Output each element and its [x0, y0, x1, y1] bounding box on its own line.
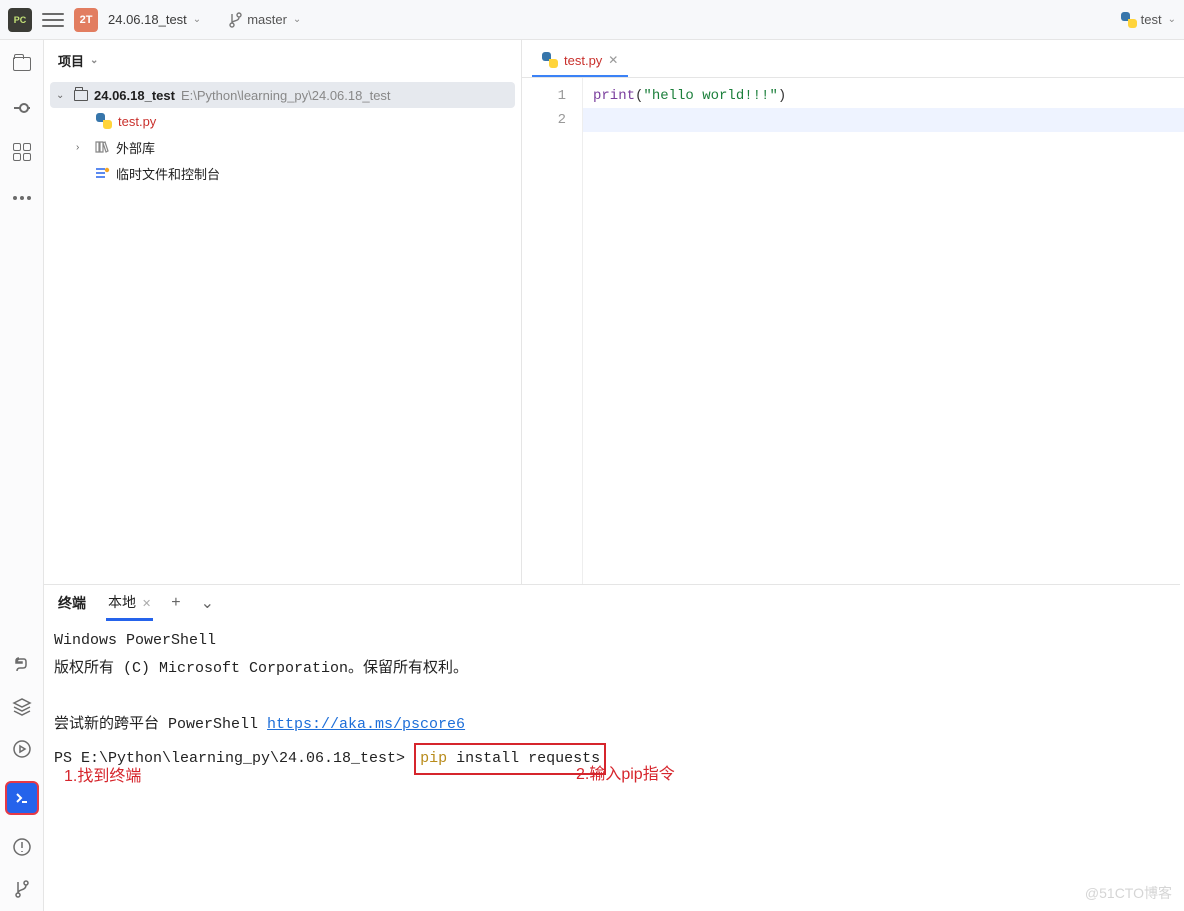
terminal-tool-icon[interactable]: [5, 781, 39, 815]
tree-external-libs[interactable]: › 外部库: [50, 134, 515, 160]
chevron-down-icon: ⌄: [1168, 14, 1176, 25]
tree-root[interactable]: ⌄ 24.06.18_test E:\Python\learning_py\24…: [50, 82, 515, 108]
run-tool-icon[interactable]: [12, 739, 32, 759]
top-toolbar: PC 2T 24.06.18_test ⌄ master ⌄ test ⌄: [0, 0, 1184, 40]
tree-label: 临时文件和控制台: [116, 164, 220, 183]
chevron-down-icon: ⌄: [56, 90, 68, 101]
editor-tabs: test.py ✕: [522, 40, 1184, 78]
terminal-line: 尝试新的跨平台 PowerShell https://aka.ms/pscore…: [54, 711, 1170, 739]
terminal-link[interactable]: https://aka.ms/pscore6: [267, 716, 465, 733]
terminal-line: Windows PowerShell: [54, 627, 1170, 655]
editor-tab-label: test.py: [564, 53, 602, 68]
terminal-menu-chevron-icon[interactable]: ⌄: [201, 593, 214, 613]
terminal-line: 版权所有 (C) Microsoft Corporation。保留所有权利。: [54, 655, 1170, 683]
close-icon[interactable]: ✕: [608, 53, 618, 67]
project-badge-icon: 2T: [74, 8, 98, 32]
code-token: "hello world!!!": [643, 88, 777, 104]
terminal-title[interactable]: 终端: [56, 587, 88, 619]
annotation-1: 1.找到终端: [64, 763, 141, 791]
terminal-body[interactable]: Windows PowerShell 版权所有 (C) Microsoft Co…: [44, 621, 1180, 911]
code-token: ): [778, 88, 786, 104]
add-terminal-button[interactable]: +: [171, 594, 180, 612]
line-number: 1: [522, 84, 566, 108]
command-pip: pip: [420, 750, 447, 767]
project-panel-title: 项目: [58, 51, 84, 70]
project-name: 24.06.18_test: [108, 12, 187, 27]
problems-icon[interactable]: [12, 837, 32, 857]
project-panel-header[interactable]: 项目 ⌄: [44, 40, 521, 80]
git-branch-icon: [229, 12, 243, 28]
tree-label: 外部库: [116, 138, 155, 157]
tree-file[interactable]: test.py: [50, 108, 515, 134]
vcs-icon[interactable]: [12, 879, 32, 899]
more-tool-icon[interactable]: [12, 188, 32, 208]
commit-tool-icon[interactable]: [14, 100, 30, 116]
run-config-name: test: [1141, 12, 1162, 27]
git-branch-selector[interactable]: master ⌄: [229, 12, 301, 28]
python-console-icon[interactable]: [12, 655, 32, 675]
scratches-icon: [94, 166, 110, 180]
hamburger-icon[interactable]: [42, 11, 64, 29]
terminal-tab[interactable]: 本地 ✕: [106, 586, 153, 621]
folder-icon: [74, 90, 88, 101]
services-icon[interactable]: [12, 697, 32, 717]
chevron-down-icon: ⌄: [193, 14, 201, 25]
tree-root-path: E:\Python\learning_py\24.06.18_test: [181, 88, 391, 103]
run-config-selector[interactable]: test ⌄: [1121, 12, 1176, 28]
chevron-down-icon: ⌄: [90, 55, 98, 66]
structure-tool-icon[interactable]: [12, 142, 32, 162]
library-icon: [94, 140, 110, 154]
terminal-header: 终端 本地 ✕ + ⌄: [44, 585, 1180, 621]
terminal-panel: 终端 本地 ✕ + ⌄ Windows PowerShell 版权所有 (C) M…: [44, 584, 1180, 911]
python-icon: [1121, 12, 1137, 28]
tree-file-name: test.py: [118, 114, 156, 129]
project-tool-icon[interactable]: [12, 54, 32, 74]
watermark: @51CTO博客: [1085, 883, 1172, 903]
app-icon: PC: [8, 8, 32, 32]
python-icon: [96, 113, 112, 129]
terminal-tab-label: 本地: [108, 594, 136, 610]
tree-scratches[interactable]: 临时文件和控制台: [50, 160, 515, 186]
left-tool-rail: [0, 40, 44, 911]
code-token: print: [593, 88, 635, 104]
tree-root-name: 24.06.18_test: [94, 88, 175, 103]
editor-tab[interactable]: test.py ✕: [532, 45, 628, 77]
terminal-text: 尝试新的跨平台 PowerShell: [54, 716, 267, 733]
chevron-right-icon: ›: [76, 142, 88, 153]
project-selector[interactable]: 24.06.18_test ⌄: [108, 12, 201, 27]
chevron-down-icon: ⌄: [293, 14, 301, 25]
branch-name: master: [247, 12, 287, 27]
python-icon: [542, 52, 558, 68]
annotation-2: 2.输入pip指令: [576, 761, 675, 789]
line-number: 2: [522, 108, 566, 132]
close-icon[interactable]: ✕: [142, 598, 151, 610]
